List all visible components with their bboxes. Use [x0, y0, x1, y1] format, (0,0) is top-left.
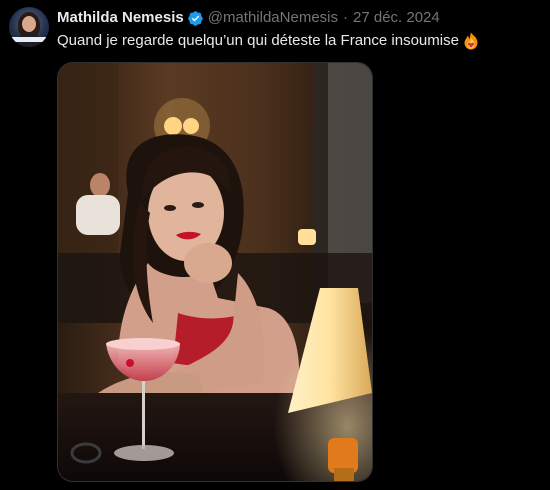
tweet-text-row: Quand je regarde quelqu’un qui déteste l… — [57, 31, 479, 51]
fire-heart-emoji-icon — [463, 32, 479, 50]
header-separator: · — [343, 9, 348, 26]
avatar-face — [22, 16, 36, 32]
avatar[interactable] — [9, 7, 49, 47]
verified-badge-icon[interactable] — [187, 10, 204, 27]
tweet-date[interactable]: 27 déc. 2024 — [353, 8, 440, 28]
photo-illustration — [58, 63, 372, 481]
tweet-header: Mathilda Nemesis @mathildaNemesis · 27 d… — [57, 8, 440, 28]
tweet[interactable]: Mathilda Nemesis @mathildaNemesis · 27 d… — [0, 0, 550, 490]
avatar-banner — [9, 37, 49, 42]
author-handle[interactable]: @mathildaNemesis — [208, 8, 338, 28]
tweet-media-photo[interactable] — [57, 62, 373, 482]
author-name[interactable]: Mathilda Nemesis — [57, 8, 184, 28]
tweet-text: Quand je regarde quelqu’un qui déteste l… — [57, 32, 459, 49]
